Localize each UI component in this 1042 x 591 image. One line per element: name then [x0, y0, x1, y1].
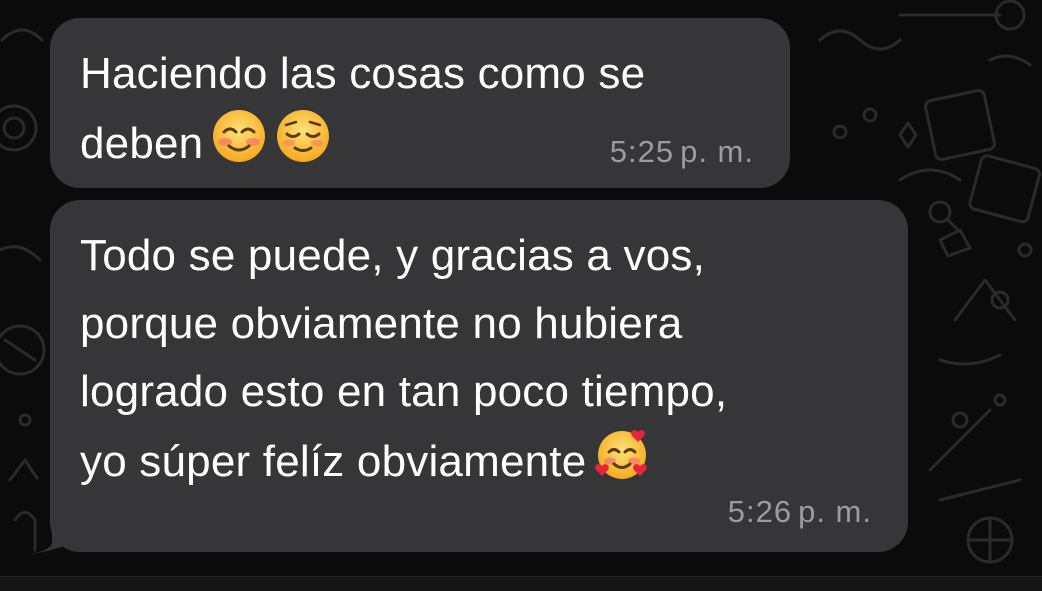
- message-line: Haciendo las cosas como se: [80, 49, 646, 98]
- input-bar-edge: [0, 576, 1042, 591]
- message-line: logrado esto en tan poco tiempo,: [80, 367, 728, 416]
- message-line: porque obviamente no hubiera: [80, 299, 683, 348]
- message-text: Todo se puede, y gracias a vos, porque o…: [80, 222, 878, 496]
- timestamp-ampm: p. m.: [798, 494, 872, 529]
- message-line: deben: [80, 119, 204, 168]
- smiling-face-with-hearts-emoji-icon: [595, 430, 648, 479]
- message-line: Todo se puede, y gracias a vos,: [80, 231, 706, 280]
- smiling-blush-emoji-icon: [213, 110, 266, 162]
- message-line: yo súper felíz obviamente: [80, 437, 587, 486]
- message-timestamp: 5:25 p. m.: [610, 134, 754, 170]
- message-timestamp: 5:26 p. m.: [728, 494, 872, 530]
- bubble-tail: [30, 510, 70, 554]
- timestamp-time: 5:25: [609, 134, 675, 169]
- message-bubble[interactable]: Todo se puede, y gracias a vos, porque o…: [50, 200, 908, 552]
- chat-view: Haciendo las cosas como se deben 5:25 p. …: [0, 0, 1042, 591]
- relieved-face-emoji-icon: [277, 110, 330, 162]
- timestamp-time: 5:26: [727, 494, 793, 529]
- timestamp-ampm: p. m.: [680, 134, 754, 169]
- message-bubble[interactable]: Haciendo las cosas como se deben 5:25 p. …: [50, 18, 790, 188]
